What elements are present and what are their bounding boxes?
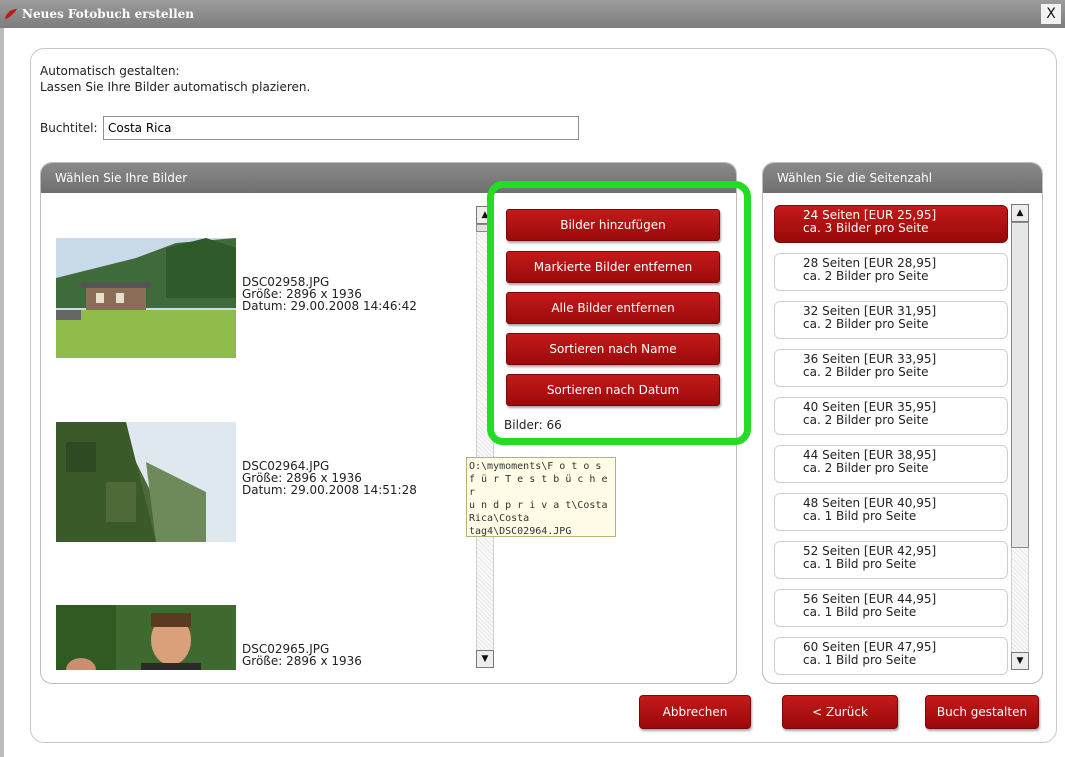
page-option-36[interactable]: 36 Seiten [EUR 33,95] ca. 2 Bilder pro S… [774,349,1008,387]
image-list-item[interactable]: DSC02964.JPG Größe: 2896 x 1936 Datum: 2… [56,422,476,552]
page-option-detail: ca. 2 Bilder pro Seite [803,365,929,379]
page-option-detail: ca. 2 Bilder pro Seite [803,461,929,475]
scroll-down-icon[interactable]: ▼ [1011,652,1029,670]
path-tooltip: O:\mymoments\F o t o s f ü r T e s t b ü… [466,457,616,537]
tooltip-line: Rica\Costa [469,513,530,524]
cancel-button[interactable]: Abbrechen [639,695,751,729]
scroll-down-icon[interactable]: ▼ [476,650,494,668]
page-option-52[interactable]: 52 Seiten [EUR 42,95] ca. 1 Bild pro Sei… [774,541,1008,579]
page-option-detail: ca. 1 Bild pro Seite [803,605,917,619]
photo-thumbnail [56,238,236,358]
page-option-detail: ca. 2 Bilder pro Seite [803,317,929,331]
page-option-detail: ca. 1 Bild pro Seite [803,509,917,523]
page-option-detail: ca. 2 Bilder pro Seite [803,413,929,427]
page-option-detail: ca. 1 Bild pro Seite [803,653,917,667]
page-option-48[interactable]: 48 Seiten [EUR 40,95] ca. 1 Bild pro Sei… [774,493,1008,531]
title-bar: Neues Fotobuch erstellen X [0,0,1065,28]
intro-title: Automatisch gestalten: [40,64,180,78]
book-title-label: Buchtitel: [40,121,98,135]
image-count: Bilder: 66 [504,418,562,432]
scroll-up-icon[interactable]: ▲ [1011,204,1029,222]
page-list-scrollbar[interactable]: ▲ ▼ [1011,204,1029,670]
image-list-item[interactable]: DSC02958.JPG Größe: 2896 x 1936 Datum: 2… [56,238,476,368]
window-title: Neues Fotobuch erstellen [22,7,195,21]
window-edge [0,28,4,757]
pages-panel-header: Wählen Sie die Seitenzahl [763,163,1042,193]
book-title-input[interactable] [103,116,579,140]
add-images-button[interactable]: Bilder hinzufügen [506,209,720,241]
page-option-detail: ca. 2 Bilder pro Seite [803,269,929,283]
page-option-28[interactable]: 28 Seiten [EUR 28,95] ca. 2 Bilder pro S… [774,253,1008,291]
page-option-detail: ca. 3 Bilder pro Seite [803,221,929,235]
page-option-60[interactable]: 60 Seiten [EUR 47,95] ca. 1 Bild pro Sei… [774,637,1008,675]
page-option-40[interactable]: 40 Seiten [EUR 35,95] ca. 2 Bilder pro S… [774,397,1008,435]
page-option-24[interactable]: 24 Seiten [EUR 25,95] ca. 3 Bilder pro S… [774,205,1008,243]
tooltip-line: f ü r T e s t b ü c h e r [469,474,608,498]
sort-by-date-button[interactable]: Sortieren nach Datum [506,374,720,406]
create-book-button[interactable]: Buch gestalten [925,695,1039,729]
tooltip-line: u n d p r i v a t\Costa [469,500,608,511]
intro-description: Lassen Sie Ihre Bilder automatisch plazi… [40,80,311,94]
page-option-56[interactable]: 56 Seiten [EUR 44,95] ca. 1 Bild pro Sei… [774,589,1008,627]
image-size: Größe: 2896 x 1936 [242,654,362,668]
tooltip-line: O:\mymoments\F o t o s [469,461,602,472]
remove-all-button[interactable]: Alle Bilder entfernen [506,292,720,324]
image-list[interactable]: DSC02958.JPG Größe: 2896 x 1936 Datum: 2… [56,200,476,670]
image-date: Datum: 29.00.2008 14:51:28 [242,483,417,497]
page-option-44[interactable]: 44 Seiten [EUR 38,95] ca. 2 Bilder pro S… [774,445,1008,483]
page-option-32[interactable]: 32 Seiten [EUR 31,95] ca. 2 Bilder pro S… [774,301,1008,339]
image-list-item[interactable]: DSC02965.JPG Größe: 2896 x 1936 [56,605,476,670]
close-icon[interactable]: X [1041,4,1061,24]
photo-thumbnail [56,422,236,542]
image-date: Datum: 29.00.2008 14:46:42 [242,299,417,313]
app-logo-icon [5,9,17,19]
tooltip-line: tag4\DSC02964.JPG [469,526,572,537]
page-option-detail: ca. 1 Bild pro Seite [803,557,917,571]
photo-thumbnail [56,605,236,670]
back-button[interactable]: < Zurück [782,695,898,729]
sort-by-name-button[interactable]: Sortieren nach Name [506,333,720,365]
page-count-list[interactable]: 24 Seiten [EUR 25,95] ca. 3 Bilder pro S… [774,205,1008,675]
remove-marked-button[interactable]: Markierte Bilder entfernen [506,251,720,283]
scrollbar-thumb[interactable] [1011,222,1029,548]
